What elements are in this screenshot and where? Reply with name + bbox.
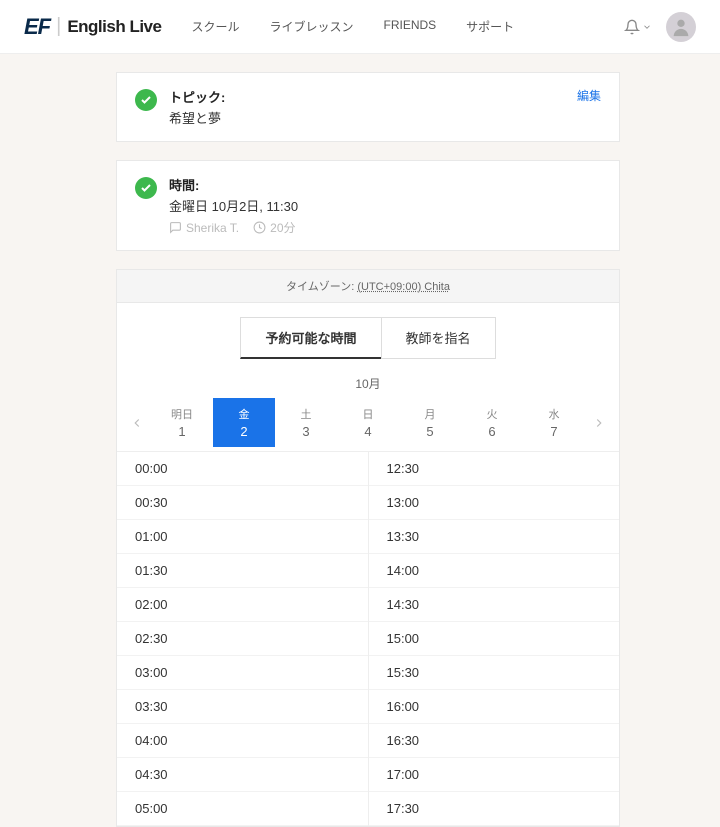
topic-card: トピック: 希望と夢 編集 bbox=[116, 72, 620, 142]
date-number: 6 bbox=[461, 424, 523, 439]
time-slot[interactable]: 03:00 bbox=[117, 656, 368, 690]
time-slot[interactable]: 14:00 bbox=[369, 554, 620, 588]
time-column-left: 00:0000:3001:0001:3002:0002:3003:0003:30… bbox=[117, 452, 369, 826]
nav-friends[interactable]: FRIENDS bbox=[384, 18, 437, 35]
time-slot[interactable]: 04:00 bbox=[117, 724, 368, 758]
tabs: 予約可能な時間 教師を指名 bbox=[117, 303, 619, 369]
time-slot[interactable]: 02:30 bbox=[117, 622, 368, 656]
check-icon bbox=[135, 89, 157, 111]
time-slot[interactable]: 01:30 bbox=[117, 554, 368, 588]
logo-ef-mark: EF bbox=[24, 14, 50, 40]
time-slot[interactable]: 13:30 bbox=[369, 520, 620, 554]
time-slot[interactable]: 17:00 bbox=[369, 758, 620, 792]
time-slot[interactable]: 01:00 bbox=[117, 520, 368, 554]
tab-choose-teacher[interactable]: 教師を指名 bbox=[381, 317, 496, 359]
month-label: 10月 bbox=[117, 369, 619, 394]
date-day-label: 金 bbox=[213, 406, 275, 422]
next-dates-button[interactable] bbox=[585, 399, 613, 447]
time-slot[interactable]: 15:30 bbox=[369, 656, 620, 690]
logo-separator: | bbox=[56, 15, 61, 38]
time-slot[interactable]: 16:30 bbox=[369, 724, 620, 758]
user-icon bbox=[670, 16, 692, 38]
time-column-right: 12:3013:0013:3014:0014:3015:0015:3016:00… bbox=[369, 452, 620, 826]
date-number: 5 bbox=[399, 424, 461, 439]
chevron-left-icon bbox=[130, 416, 144, 430]
timezone-prefix: タイムゾーン: bbox=[286, 281, 357, 293]
avatar[interactable] bbox=[666, 12, 696, 42]
date-cell-6[interactable]: 火6 bbox=[461, 398, 523, 447]
booking-panel: タイムゾーン: (UTC+09:00) Chita 予約可能な時間 教師を指名 … bbox=[116, 269, 620, 827]
bell-icon bbox=[624, 19, 640, 35]
date-cell-3[interactable]: 土3 bbox=[275, 398, 337, 447]
tab-available-times[interactable]: 予約可能な時間 bbox=[240, 317, 380, 359]
main-nav: スクール ライブレッスン FRIENDS サポート bbox=[191, 18, 624, 35]
clock-icon bbox=[253, 221, 266, 234]
nav-live-lesson[interactable]: ライブレッスン bbox=[269, 18, 353, 35]
date-cell-7[interactable]: 水7 bbox=[523, 398, 585, 447]
check-icon bbox=[135, 177, 157, 199]
teacher-name: Sherika T. bbox=[186, 221, 239, 235]
nav-support[interactable]: サポート bbox=[466, 18, 514, 35]
time-slot[interactable]: 12:30 bbox=[369, 452, 620, 486]
speech-icon bbox=[169, 221, 182, 234]
chevron-right-icon bbox=[592, 416, 606, 430]
time-slot[interactable]: 13:00 bbox=[369, 486, 620, 520]
time-slot[interactable]: 17:30 bbox=[369, 792, 620, 826]
time-slot[interactable]: 02:00 bbox=[117, 588, 368, 622]
date-day-label: 月 bbox=[399, 406, 461, 422]
header: EF | English Live スクール ライブレッスン FRIENDS サ… bbox=[0, 0, 720, 54]
logo[interactable]: EF | English Live bbox=[24, 14, 161, 40]
time-card: 時間: 金曜日 10月2日, 11:30 Sherika T. 20分 bbox=[116, 160, 620, 251]
date-cell-1[interactable]: 明日 1 bbox=[151, 398, 213, 447]
date-day-label: 明日 bbox=[151, 406, 213, 422]
time-slot[interactable]: 03:30 bbox=[117, 690, 368, 724]
date-cell-2[interactable]: 金2 bbox=[213, 398, 275, 447]
time-slot[interactable]: 04:30 bbox=[117, 758, 368, 792]
date-number: 3 bbox=[275, 424, 337, 439]
nav-school[interactable]: スクール bbox=[191, 18, 239, 35]
edit-topic-link[interactable]: 編集 bbox=[577, 87, 601, 104]
date-navigation: 明日1金2土3日4月5火6水7 bbox=[117, 394, 619, 452]
logo-text: English Live bbox=[67, 17, 161, 37]
timezone-link[interactable]: (UTC+09:00) Chita bbox=[357, 281, 450, 293]
time-slot[interactable]: 05:00 bbox=[117, 792, 368, 826]
date-cell-5[interactable]: 月5 bbox=[399, 398, 461, 447]
date-day-label: 火 bbox=[461, 406, 523, 422]
date-number: 1 bbox=[151, 424, 213, 439]
timezone-bar: タイムゾーン: (UTC+09:00) Chita bbox=[117, 270, 619, 303]
teacher-meta: Sherika T. bbox=[169, 221, 239, 235]
date-day-label: 水 bbox=[523, 406, 585, 422]
date-cell-4[interactable]: 日4 bbox=[337, 398, 399, 447]
time-slot[interactable]: 15:00 bbox=[369, 622, 620, 656]
time-title: 時間: bbox=[169, 175, 601, 194]
topic-value: 希望と夢 bbox=[169, 108, 577, 127]
date-number: 7 bbox=[523, 424, 585, 439]
time-slot[interactable]: 16:00 bbox=[369, 690, 620, 724]
date-day-label: 日 bbox=[337, 406, 399, 422]
time-value: 金曜日 10月2日, 11:30 bbox=[169, 196, 601, 215]
time-slot[interactable]: 00:00 bbox=[117, 452, 368, 486]
dates-row: 明日1金2土3日4月5火6水7 bbox=[151, 398, 585, 447]
prev-dates-button[interactable] bbox=[123, 399, 151, 447]
time-slots: 00:0000:3001:0001:3002:0002:3003:0003:30… bbox=[117, 452, 619, 826]
date-day-label: 土 bbox=[275, 406, 337, 422]
date-number: 4 bbox=[337, 424, 399, 439]
chevron-down-icon bbox=[642, 22, 652, 32]
topic-title: トピック: bbox=[169, 87, 577, 106]
duration-value: 20分 bbox=[270, 219, 295, 236]
date-number: 2 bbox=[213, 424, 275, 439]
header-right bbox=[624, 12, 696, 42]
duration-meta: 20分 bbox=[253, 219, 295, 236]
notifications-button[interactable] bbox=[624, 19, 652, 35]
time-slot[interactable]: 00:30 bbox=[117, 486, 368, 520]
time-slot[interactable]: 14:30 bbox=[369, 588, 620, 622]
